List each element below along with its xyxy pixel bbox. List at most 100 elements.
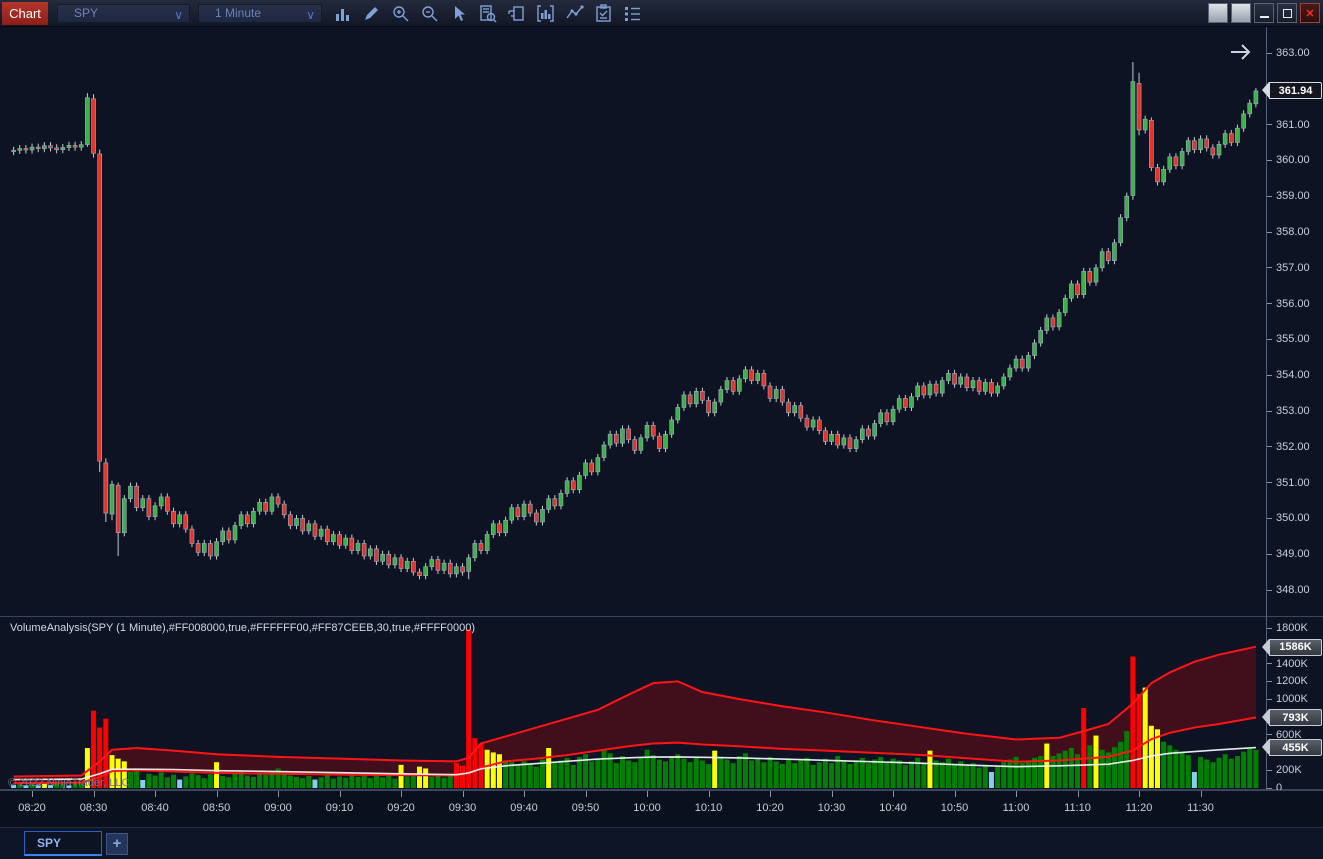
time-axis-label: 10:50: [933, 802, 977, 814]
candlestick-up: [1168, 157, 1172, 170]
chart-trader-button[interactable]: [505, 3, 527, 25]
volume-panel-canvas[interactable]: [0, 617, 1266, 789]
cursor-button[interactable]: [447, 3, 469, 25]
candlestick-up: [916, 386, 920, 397]
volume-bar: [1161, 742, 1166, 788]
candlestick-up: [719, 390, 723, 403]
candlestick-up: [645, 425, 649, 438]
candlestick-down: [1106, 252, 1110, 261]
tick-mark: [1267, 124, 1272, 125]
price-axis-label: 352.00: [1267, 440, 1310, 454]
close-icon: ✕: [1305, 7, 1314, 20]
price-axis[interactable]: 363.00361.00360.00359.00358.00357.00356.…: [1266, 27, 1323, 790]
drawing-pencil-button[interactable]: [360, 3, 382, 25]
instrument-dropdown[interactable]: SPY ∨: [57, 4, 190, 23]
candlestick-up: [793, 406, 797, 413]
window-controls: ✕: [1208, 3, 1320, 23]
candlestick-up: [368, 549, 372, 556]
candlestick-up: [983, 382, 987, 391]
candlestick-up: [1180, 151, 1184, 165]
scroll-to-end-button[interactable]: [1228, 41, 1254, 68]
time-axis-label: 11:30: [1179, 802, 1223, 814]
properties-button[interactable]: [621, 3, 643, 25]
candlestick-down: [614, 434, 618, 443]
data-box-button[interactable]: [476, 3, 498, 25]
candlestick-up: [1002, 377, 1006, 386]
time-tick-mark: [32, 791, 33, 797]
candlestick-down: [461, 567, 465, 572]
candlestick-down: [73, 145, 77, 147]
instrument-link-button[interactable]: [1208, 3, 1228, 23]
volume-bar: [860, 758, 865, 788]
volume-bar: [995, 767, 1000, 788]
add-tab-button[interactable]: +: [106, 833, 128, 855]
volume-bar: [749, 760, 754, 788]
marker-arrow-tip: [1262, 709, 1269, 725]
candlestick-up: [694, 391, 698, 404]
volume-bar: [405, 776, 410, 788]
time-axis-label: 10:20: [748, 802, 792, 814]
time-tick-mark: [94, 791, 95, 797]
minimize-button[interactable]: [1254, 3, 1274, 23]
candlestick-down: [497, 524, 501, 533]
candlestick-up: [30, 147, 34, 150]
price-axis-label: 349.00: [1267, 547, 1310, 561]
candlestick-up: [670, 420, 674, 434]
candlestick-down: [817, 420, 821, 431]
volume-bars-icon: [332, 3, 353, 24]
zoom-in-button[interactable]: [389, 3, 411, 25]
candlestick-up: [596, 458, 600, 472]
interval-dropdown[interactable]: 1 Minute ∨: [198, 4, 322, 23]
volume-bar: [1087, 745, 1092, 788]
volume-bar: [417, 767, 422, 788]
candlestick-down: [1149, 120, 1153, 167]
indicators-button[interactable]: [534, 3, 556, 25]
candlestick-up: [842, 438, 846, 445]
time-tick-mark: [340, 791, 341, 797]
volume-bar: [1186, 755, 1191, 788]
volume-bar: [392, 779, 397, 788]
data-box-icon: [477, 3, 498, 24]
indicator-label: VolumeAnalysis(SPY (1 Minute),#FF008000,…: [10, 622, 475, 634]
drawing-tools-button[interactable]: [563, 3, 585, 25]
volume-bar: [725, 760, 730, 788]
time-axis-label: 10:30: [810, 802, 854, 814]
volume-value-marker: 455K: [1269, 739, 1322, 756]
candlestick-up: [1199, 139, 1203, 150]
price-panel-canvas[interactable]: [0, 27, 1266, 617]
close-button[interactable]: ✕: [1300, 3, 1320, 23]
candlestick-down: [374, 549, 378, 562]
volume-bar: [614, 763, 619, 788]
strategies-button[interactable]: [592, 3, 614, 25]
volume-bars-button[interactable]: [331, 3, 353, 25]
candlestick-down: [276, 497, 280, 504]
zoom-out-button[interactable]: [418, 3, 440, 25]
volume-bar: [1198, 757, 1203, 788]
tick-mark: [1267, 160, 1272, 161]
tab-spy[interactable]: SPY: [24, 831, 102, 856]
marker-arrow-tip: [1262, 82, 1269, 98]
volume-bar: [681, 759, 686, 788]
candlestick-down: [147, 499, 151, 517]
candlestick-down: [338, 535, 342, 546]
marker-arrow-tip: [1262, 639, 1269, 655]
volume-bar: [362, 776, 367, 788]
time-axis[interactable]: 08:2008:3008:4008:5009:0009:1009:2009:30…: [0, 790, 1323, 827]
interval-link-button[interactable]: [1231, 3, 1251, 23]
candlestick-up: [424, 567, 428, 576]
candlestick-up: [1008, 368, 1012, 377]
candlestick-down: [780, 390, 784, 403]
candlestick-down: [651, 425, 655, 436]
candlestick-up: [1057, 313, 1061, 327]
candlestick-up: [774, 390, 778, 399]
volume-bar: [700, 760, 705, 788]
candlestick-up: [1186, 141, 1190, 152]
candlestick-up: [1014, 359, 1018, 368]
candlestick-up: [565, 481, 569, 494]
time-axis-label: 10:10: [687, 802, 731, 814]
volume-bar: [435, 776, 440, 788]
candlestick-down: [787, 402, 791, 413]
volume-bar: [220, 776, 225, 788]
candlestick-down: [387, 554, 391, 565]
maximize-button[interactable]: [1277, 3, 1297, 23]
